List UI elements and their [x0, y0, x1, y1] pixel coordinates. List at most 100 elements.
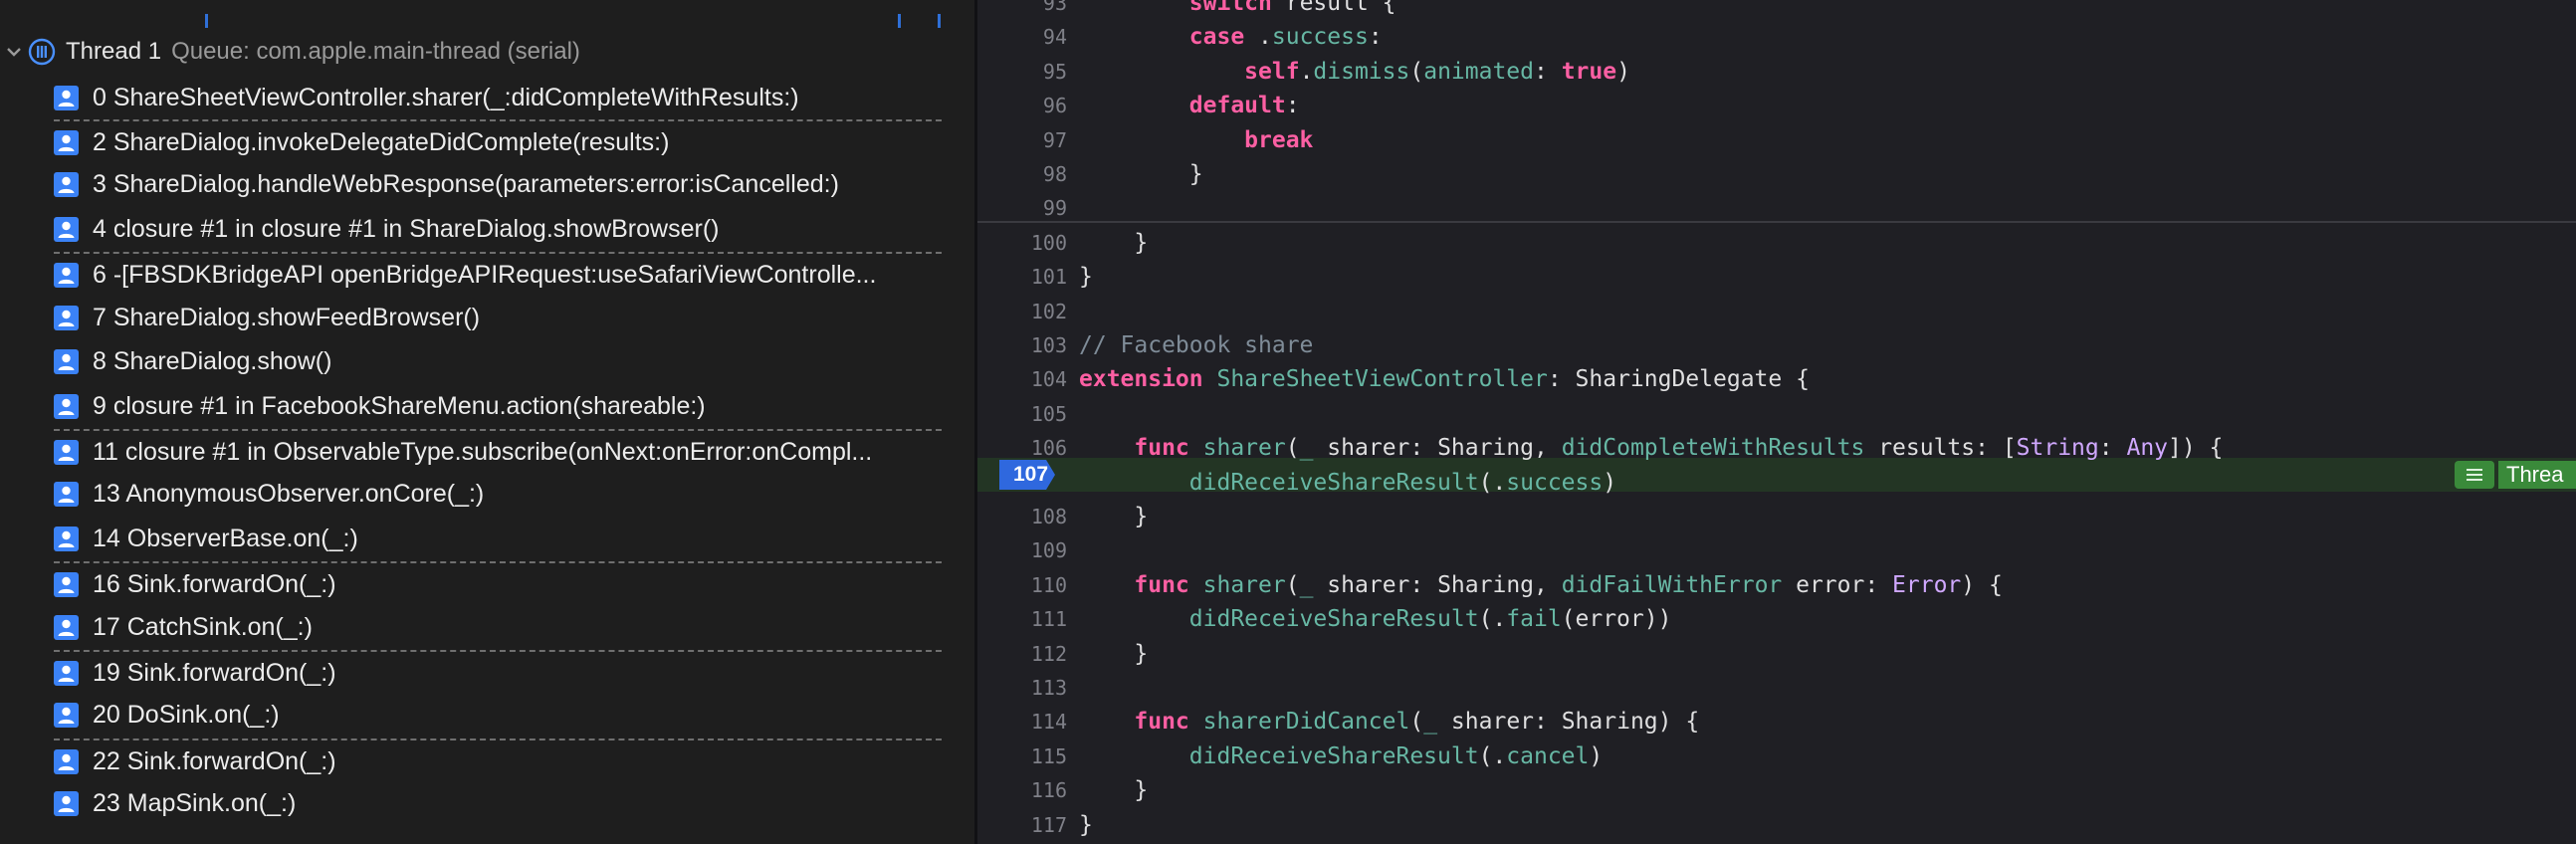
code-token: .: [1244, 24, 1272, 50]
line-number[interactable]: 96: [977, 89, 1067, 122]
code-line[interactable]: case .success:: [1079, 20, 1383, 54]
code-token: didReceiveShareResult: [1188, 743, 1479, 769]
thread-row[interactable]: Thread 1 Queue: com.apple.main-thread (s…: [0, 34, 975, 70]
list-icon[interactable]: [2455, 461, 2494, 489]
source-editor[interactable]: 93 switch result { 94 case .success: 95 se…: [977, 0, 2576, 844]
code-line[interactable]: }: [1079, 500, 1148, 533]
stack-frame-row[interactable]: 17 CatchSink.on(_:): [54, 606, 942, 648]
line-number[interactable]: 108: [977, 500, 1067, 533]
line-number[interactable]: 115: [977, 739, 1067, 773]
code-line[interactable]: didReceiveShareResult(.cancel): [1079, 739, 1603, 773]
user-frame-icon: [54, 216, 79, 242]
line-number[interactable]: 98: [977, 157, 1067, 191]
thread-label: Thread 1: [66, 38, 162, 65]
line-number[interactable]: 114: [977, 705, 1067, 738]
code-token: cancel: [1506, 743, 1590, 769]
code-line[interactable]: func sharerDidCancel(_ sharer: Sharing) …: [1079, 705, 1699, 738]
code-token: }: [1079, 161, 1203, 187]
code-token: didFailWithError: [1561, 572, 1783, 598]
line-number[interactable]: 117: [977, 808, 1067, 842]
code-line[interactable]: extension ShareSheetViewController: Shar…: [1079, 362, 1810, 396]
stack-frame-row[interactable]: 2 ShareDialog.invokeDelegateDidComplete(…: [54, 119, 942, 163]
line-number[interactable]: 103: [977, 328, 1067, 362]
line-number[interactable]: 113: [977, 671, 1067, 705]
instruction-pointer-marker[interactable]: 107: [999, 460, 1055, 490]
chevron-down-icon[interactable]: [2, 43, 26, 61]
code-token: (.: [1478, 743, 1507, 769]
code-token: }: [1079, 812, 1093, 838]
code-token: sharer: Sharing) {: [1437, 709, 1700, 735]
line-number[interactable]: 110: [977, 568, 1067, 602]
line-number[interactable]: 106: [977, 431, 1067, 465]
code-line[interactable]: }: [1079, 226, 1148, 260]
stack-frame-row[interactable]: 8 ShareDialog.show(): [54, 340, 942, 382]
code-token: ): [1616, 59, 1630, 85]
user-frame-icon: [54, 526, 79, 551]
line-number[interactable]: 102: [977, 295, 1067, 328]
line-number[interactable]: 101: [977, 260, 1067, 294]
line-number[interactable]: 97: [977, 123, 1067, 157]
code-token: dismiss: [1313, 59, 1410, 85]
stack-frame-row[interactable]: 11 closure #1 in ObservableType.subscrib…: [54, 429, 942, 473]
code-token: func: [1134, 435, 1189, 461]
code-token: success: [1271, 24, 1369, 50]
code-token: Any: [2126, 435, 2169, 461]
code-token: result {: [1271, 0, 1396, 16]
stack-frame-label: 3 ShareDialog.handleWebResponse(paramete…: [93, 169, 839, 198]
stack-frame-row[interactable]: 16 Sink.forwardOn(_:): [54, 561, 942, 605]
line-number[interactable]: 104: [977, 362, 1067, 396]
line-number[interactable]: 93: [977, 0, 1067, 20]
line-number[interactable]: 111: [977, 602, 1067, 636]
line-number[interactable]: 116: [977, 773, 1067, 807]
stack-frame-row[interactable]: 9 closure #1 in FacebookShareMenu.action…: [54, 385, 942, 427]
code-token: (: [1285, 572, 1300, 598]
code-line[interactable]: break: [1079, 123, 1313, 157]
code-line[interactable]: func sharer(_ sharer: Sharing, didFailWi…: [1079, 568, 2002, 602]
stack-frame-row[interactable]: 3 ShareDialog.handleWebResponse(paramete…: [54, 163, 942, 205]
code-line[interactable]: func sharer(_ sharer: Sharing, didComple…: [1079, 431, 2223, 465]
user-frame-icon: [54, 439, 79, 465]
thread-activity-strip: [0, 0, 975, 30]
user-frame-icon: [54, 571, 79, 597]
line-number[interactable]: 105: [977, 397, 1067, 431]
code-line[interactable]: }: [1079, 260, 1093, 294]
stack-frame-row[interactable]: 22 Sink.forwardOn(_:): [54, 738, 942, 782]
stack-frame-label: 16 Sink.forwardOn(_:): [93, 569, 336, 598]
line-number[interactable]: 95: [977, 55, 1067, 89]
stack-frame-row[interactable]: 0 ShareSheetViewController.sharer(_:didC…: [54, 77, 942, 118]
code-token: }: [1079, 777, 1149, 803]
line-number[interactable]: 99: [977, 191, 1067, 225]
code-line[interactable]: }: [1079, 773, 1148, 807]
code-token: :: [1368, 24, 1383, 50]
code-token: _: [1299, 572, 1314, 598]
code-line[interactable]: // Facebook share: [1079, 328, 1313, 362]
line-number[interactable]: 109: [977, 533, 1067, 567]
code-line[interactable]: self.dismiss(animated: true): [1079, 55, 1630, 89]
user-frame-icon: [54, 481, 79, 507]
stack-frame-row[interactable]: 19 Sink.forwardOn(_:): [54, 650, 942, 694]
code-line[interactable]: didReceiveShareResult(.fail(error)): [1079, 602, 1672, 636]
line-number[interactable]: 94: [977, 20, 1067, 54]
stack-frame-row[interactable]: 14 ObserverBase.on(_:): [54, 518, 942, 559]
stack-frame-row[interactable]: 7 ShareDialog.showFeedBrowser(): [54, 297, 942, 338]
stack-frame-row[interactable]: 4 closure #1 in closure #1 in ShareDialo…: [54, 208, 942, 250]
line-number[interactable]: 112: [977, 637, 1067, 671]
thread-badge[interactable]: Threa: [2498, 461, 2576, 489]
code-token: ]) {: [2168, 435, 2224, 461]
code-line[interactable]: default:: [1079, 89, 1300, 122]
stack-frame-row[interactable]: 23 MapSink.on(_:): [54, 782, 942, 824]
code-line[interactable]: }: [1079, 808, 1093, 842]
code-line[interactable]: didReceiveShareResult(.success): [1079, 466, 1616, 500]
code-line[interactable]: switch result {: [1079, 0, 1396, 20]
code-token: }: [1079, 264, 1093, 290]
code-token: didReceiveShareResult: [1188, 470, 1479, 496]
stack-frame-row[interactable]: 6 -[FBSDKBridgeAPI openBridgeAPIRequest:…: [54, 252, 942, 296]
stack-frame-row[interactable]: 20 DoSink.on(_:): [54, 694, 942, 736]
code-token: self: [1244, 59, 1300, 85]
line-number[interactable]: 100: [977, 226, 1067, 260]
stack-frame-row[interactable]: 13 AnonymousObserver.onCore(_:): [54, 473, 942, 515]
code-line[interactable]: }: [1079, 157, 1203, 191]
code-line[interactable]: }: [1079, 637, 1148, 671]
